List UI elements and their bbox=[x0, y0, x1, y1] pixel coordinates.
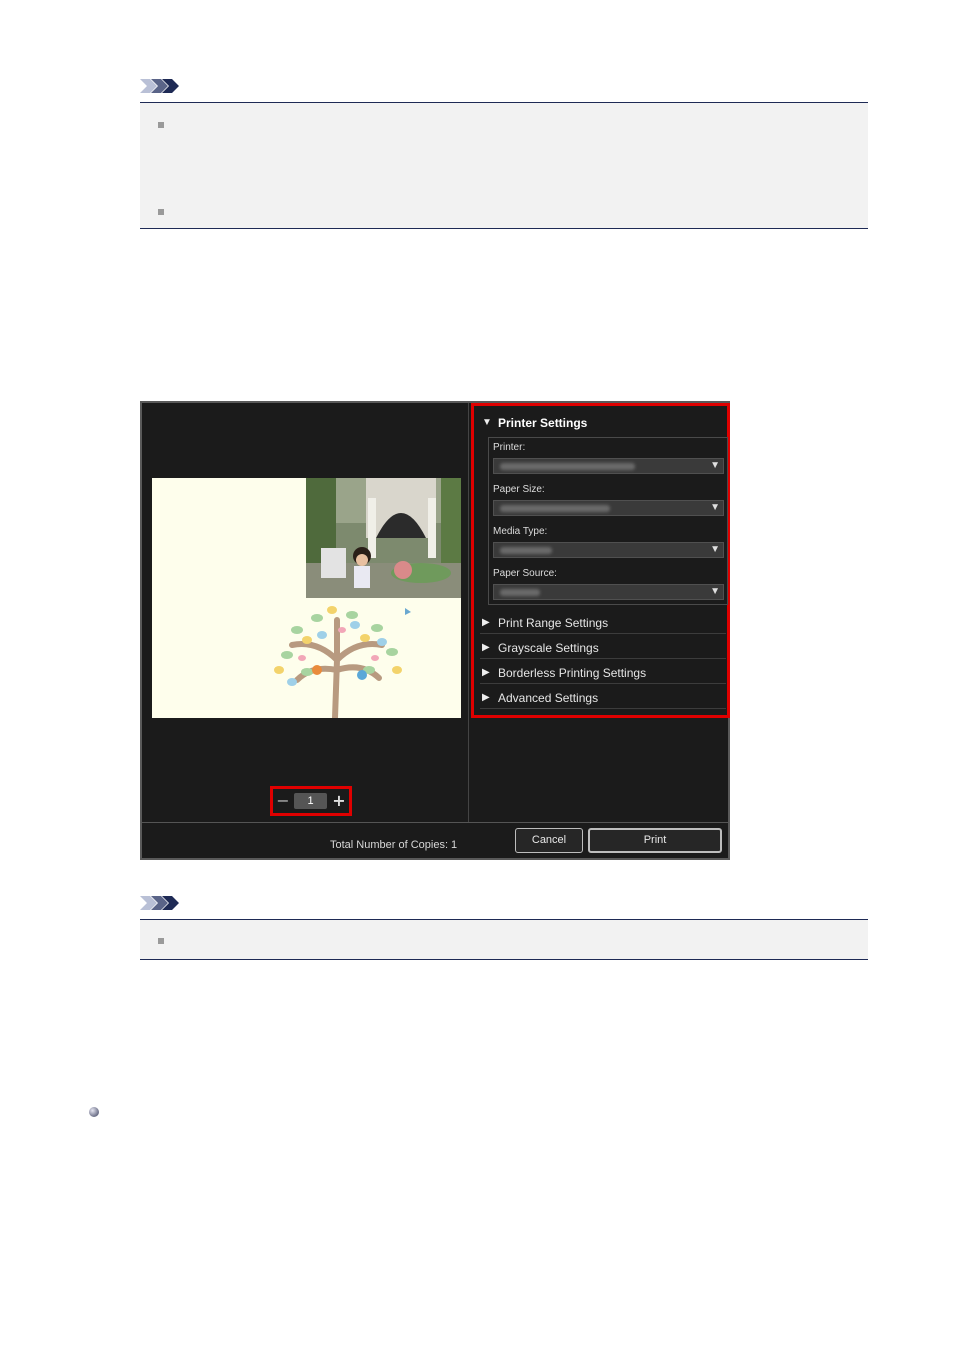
cancel-button[interactable]: Cancel bbox=[515, 828, 583, 853]
dropdown-arrow-icon: ▼ bbox=[710, 544, 720, 555]
decrease-copies-button[interactable]: − bbox=[274, 792, 292, 810]
square-bullet-icon bbox=[158, 938, 164, 944]
printer-select[interactable]: ▼ bbox=[493, 458, 724, 474]
note-box bbox=[140, 102, 868, 229]
borderless-printing-settings-header[interactable]: ▶ Borderless Printing Settings bbox=[480, 662, 726, 684]
dialog-footer: Total Number of Copies: 1 Cancel Print bbox=[142, 822, 728, 858]
square-bullet-icon bbox=[158, 209, 164, 215]
section-label: Print Range Settings bbox=[498, 616, 609, 630]
print-preview bbox=[152, 478, 461, 718]
section-label: Borderless Printing Settings bbox=[498, 666, 647, 680]
printer-settings-panel: ▼ Printer Settings Printer: ▼ Paper Size… bbox=[471, 403, 730, 718]
triangle-down-icon: ▼ bbox=[482, 417, 492, 428]
print-dialog: − 1 + ▼ Printer Settings Printer: ▼ Pape… bbox=[140, 401, 730, 860]
dropdown-arrow-icon: ▼ bbox=[710, 460, 720, 471]
print-range-settings-header[interactable]: ▶ Print Range Settings bbox=[480, 612, 726, 634]
printer-settings-title: Printer Settings bbox=[498, 416, 588, 430]
advanced-settings-header[interactable]: ▶ Advanced Settings bbox=[480, 687, 726, 709]
grayscale-settings-header[interactable]: ▶ Grayscale Settings bbox=[480, 637, 726, 659]
paper-source-select[interactable]: ▼ bbox=[493, 584, 724, 600]
triangle-right-icon: ▶ bbox=[482, 617, 490, 628]
dropdown-arrow-icon: ▼ bbox=[710, 502, 720, 513]
total-copies-label: Total Number of Copies: 1 bbox=[330, 839, 458, 851]
increase-copies-button[interactable]: + bbox=[330, 792, 348, 810]
dropdown-arrow-icon: ▼ bbox=[710, 586, 720, 597]
triangle-right-icon: ▶ bbox=[482, 667, 490, 678]
media-type-select[interactable]: ▼ bbox=[493, 542, 724, 558]
paper-source-label: Paper Source: bbox=[493, 568, 557, 579]
paper-size-select[interactable]: ▼ bbox=[493, 500, 724, 516]
square-bullet-icon bbox=[158, 122, 164, 128]
printer-settings-header[interactable]: ▼ Printer Settings bbox=[480, 412, 726, 434]
note-chevron-icon bbox=[140, 896, 179, 910]
printer-label: Printer: bbox=[493, 442, 526, 453]
note-box bbox=[140, 919, 868, 960]
preview-pane: − 1 + bbox=[142, 403, 469, 822]
section-label: Grayscale Settings bbox=[498, 641, 599, 655]
paper-size-label: Paper Size: bbox=[493, 484, 545, 495]
printer-settings-group: Printer: ▼ Paper Size: ▼ Media Type: ▼ P… bbox=[488, 437, 728, 605]
section-label: Advanced Settings bbox=[498, 691, 599, 705]
copies-stepper[interactable]: − 1 + bbox=[270, 786, 352, 816]
tree-illustration bbox=[274, 606, 411, 718]
round-bullet-icon bbox=[89, 1107, 99, 1117]
photo-image bbox=[306, 478, 461, 598]
triangle-right-icon: ▶ bbox=[482, 692, 490, 703]
print-button[interactable]: Print bbox=[588, 828, 722, 853]
note-chevron-icon bbox=[140, 79, 179, 93]
triangle-right-icon: ▶ bbox=[482, 642, 490, 653]
media-type-label: Media Type: bbox=[493, 526, 548, 537]
copies-value[interactable]: 1 bbox=[294, 793, 327, 809]
